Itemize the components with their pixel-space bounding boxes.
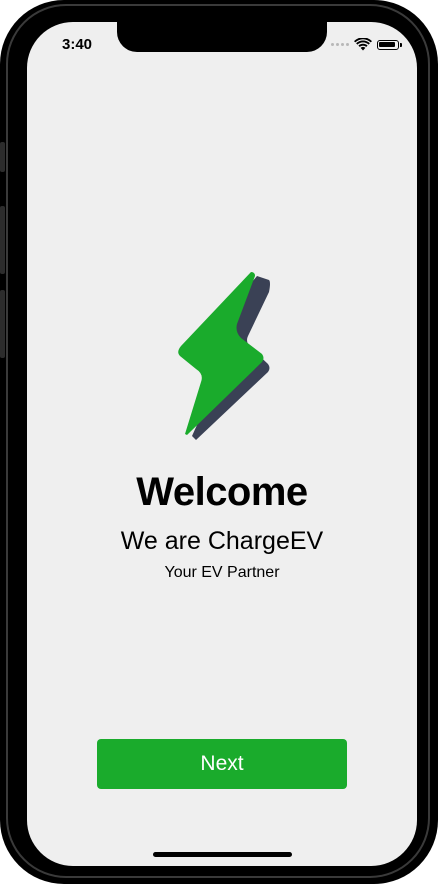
subtitle: Your EV Partner [164, 564, 280, 581]
tagline: We are ChargeEV [120, 527, 324, 555]
status-icons [331, 38, 402, 51]
app-screen: 3:40 Welcome We are ChargeEV Your EV Par… [27, 22, 417, 866]
battery-icon [377, 39, 402, 50]
welcome-title: Welcome [136, 470, 308, 514]
home-indicator[interactable] [153, 852, 292, 857]
notch [117, 22, 327, 52]
lightning-bolt-icon [178, 272, 270, 440]
volume-up-button [0, 206, 5, 274]
phone-frame: 3:40 Welcome We are ChargeEV Your EV Par… [0, 0, 438, 884]
next-button[interactable]: Next [97, 739, 347, 789]
cellular-signal-icon [331, 43, 349, 46]
status-time: 3:40 [62, 36, 93, 53]
silent-switch [0, 142, 5, 172]
wifi-icon [354, 38, 372, 51]
volume-down-button [0, 290, 5, 358]
